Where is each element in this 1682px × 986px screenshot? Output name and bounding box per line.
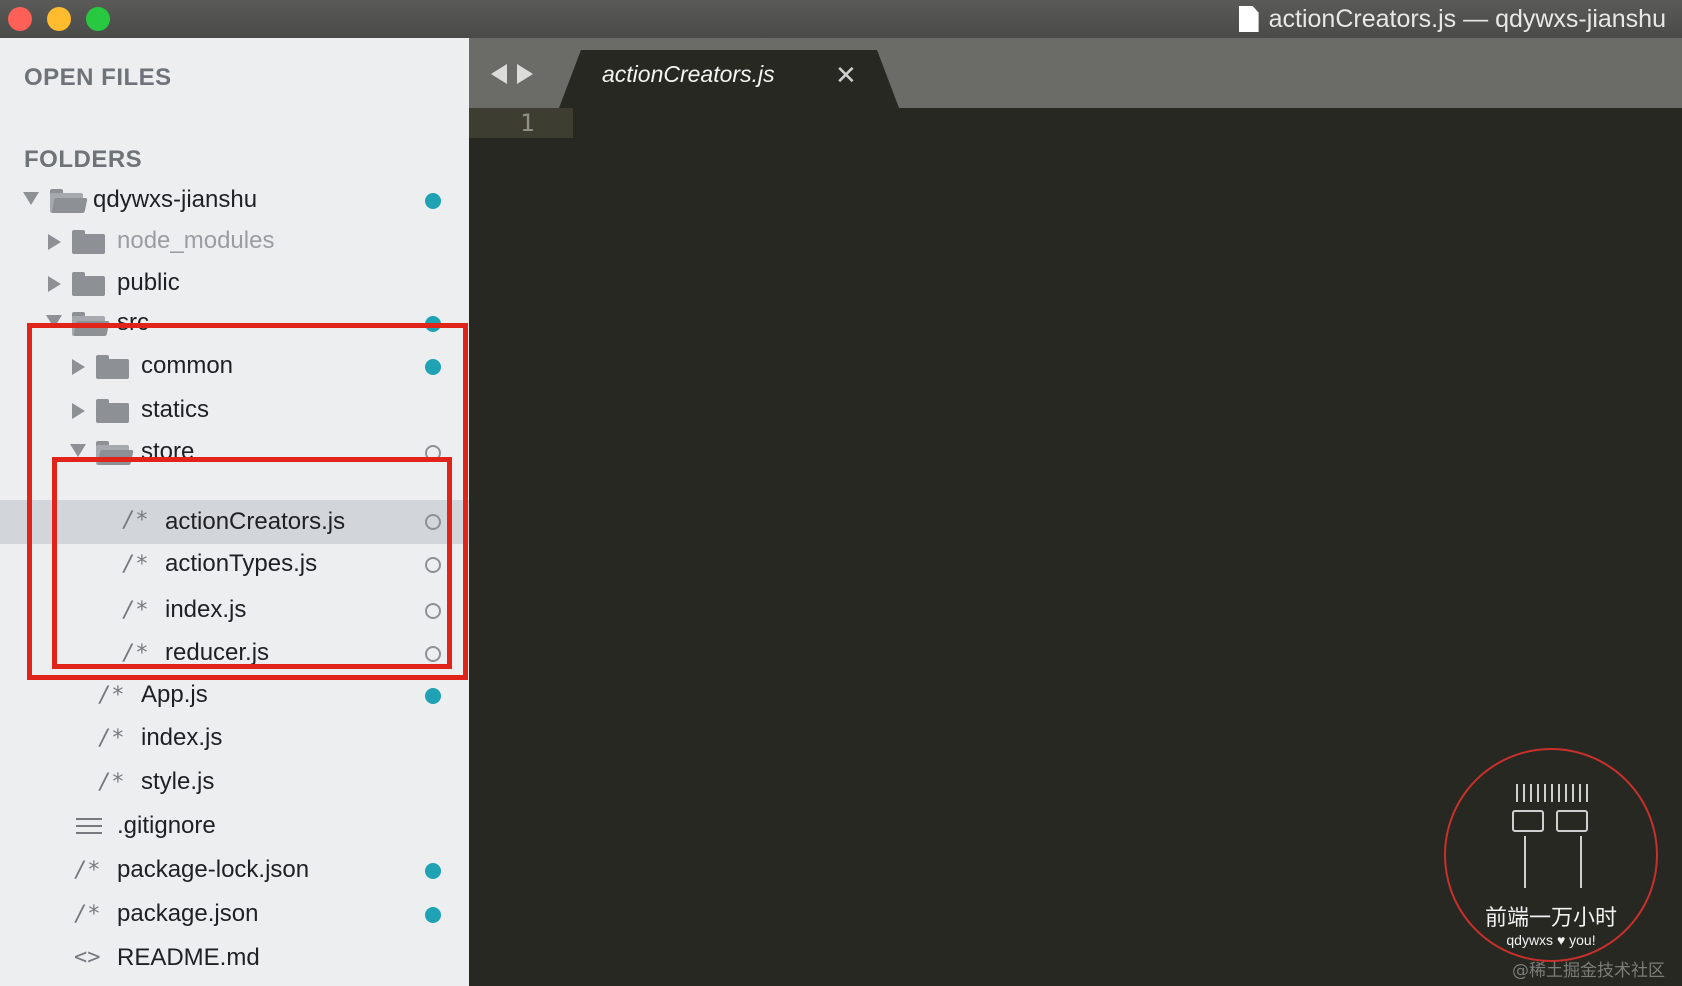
js-file-icon: /* [98,683,125,708]
open-files-heading: OPEN FILES [24,64,172,91]
modified-dot-icon [425,907,441,923]
tree-item-label: public [117,269,180,296]
watermark-tagline: qdywxs ♥ you! [1506,932,1596,948]
close-tab-icon[interactable]: ✕ [835,60,857,91]
tab-nav [491,64,533,84]
annotation-box-store [52,457,452,669]
line-number: 1 [520,109,535,137]
hair-icon [1516,784,1590,802]
js-file-icon: /* [74,902,101,927]
folders-heading: FOLDERS [24,146,143,173]
text-file-icon [76,818,102,836]
tree-item-node-modules[interactable]: node_modules [0,221,469,263]
tree-item-label: index.js [141,724,223,751]
tree-item-gitignore[interactable]: .gitignore [0,806,469,848]
js-file-icon: /* [98,770,125,795]
modified-dot-icon [425,688,441,704]
tree-item-src-index-js[interactable]: /* index.js [0,718,469,760]
close-window-button[interactable] [8,7,32,31]
next-tab-icon[interactable] [517,64,533,84]
tab-label: actionCreators.js [602,61,775,87]
tree-item-readme-md[interactable]: <> README.md [0,938,469,980]
disclosure-expanded-icon[interactable] [23,192,39,205]
tree-item-app-js[interactable]: /* App.js [0,675,469,717]
folder-icon [72,230,105,254]
face-icon [1524,836,1582,888]
document-icon [1238,6,1259,32]
window-title: actionCreators.js — qdywxs-jianshu [1268,4,1666,33]
modified-dot-icon [425,863,441,879]
js-file-icon: /* [98,726,125,751]
disclosure-collapsed-icon[interactable] [48,276,61,292]
modified-dot-icon [425,193,441,209]
tree-item-qdywxs-jianshu[interactable]: qdywxs-jianshu [0,180,469,222]
tree-item-package-lock-json[interactable]: /* package-lock.json [0,850,469,892]
watermark-site: @稀土掘金技术社区 [1512,961,1665,981]
open-folder-icon [50,189,88,213]
title-bar: actionCreators.js — qdywxs-jianshu [0,0,1682,39]
tree-item-label: package-lock.json [117,856,310,883]
tree-item-package-json[interactable]: /* package.json [0,894,469,936]
window-title-group: actionCreators.js — qdywxs-jianshu [1238,0,1666,38]
minimize-window-button[interactable] [47,7,71,31]
tree-item-label: .gitignore [117,812,216,839]
zoom-window-button[interactable] [86,7,110,31]
tree-item-label: node_modules [117,227,275,254]
tree-item-label: qdywxs-jianshu [93,186,258,213]
folder-icon [72,272,105,296]
js-file-icon: /* [74,858,101,883]
previous-tab-icon[interactable] [491,64,507,84]
tree-item-label: style.js [141,768,215,795]
tree-item-style-js[interactable]: /* style.js [0,762,469,804]
watermark-name: 前端一万小时 [1484,906,1617,931]
glasses-icon [1512,810,1590,834]
tree-item-label: App.js [141,681,208,708]
tree-item-label: README.md [117,944,260,971]
disclosure-collapsed-icon[interactable] [48,234,61,250]
tree-item-label: package.json [117,900,259,927]
tree-item-public[interactable]: public [0,263,469,305]
markup-file-icon: <> [74,945,101,970]
